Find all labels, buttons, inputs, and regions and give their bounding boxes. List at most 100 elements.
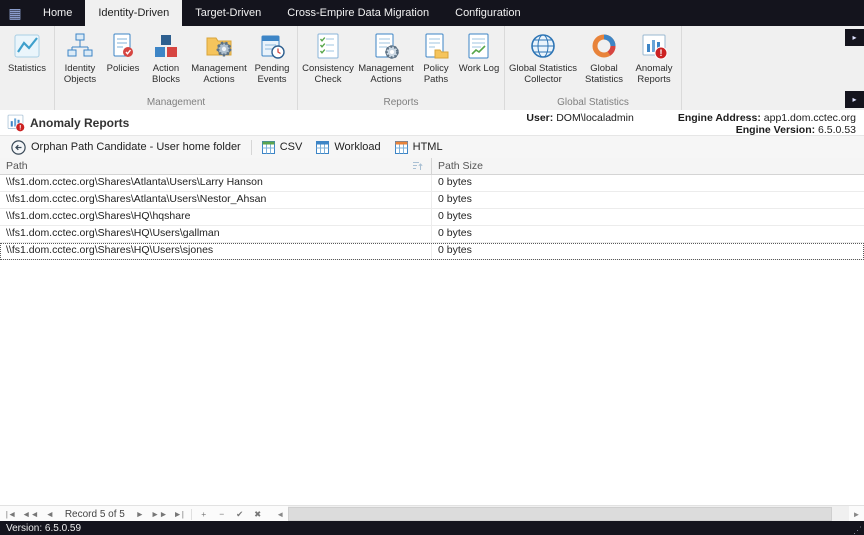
- chevron-right-icon: ▸: [852, 95, 856, 104]
- identity-objects-icon: [66, 31, 94, 61]
- ribbon-scroll-button-top[interactable]: ▸: [845, 29, 864, 46]
- table-row[interactable]: \\fs1.dom.cctec.org\Shares\Atlanta\Users…: [0, 175, 864, 192]
- user-label: User:: [526, 112, 553, 124]
- global-statistics-collector-icon: [528, 31, 558, 61]
- ribbon-button-action-blocks[interactable]: Action Blocks: [143, 28, 189, 95]
- scroll-left-arrow[interactable]: ◄: [273, 510, 288, 519]
- tab-identity-driven[interactable]: Identity-Driven: [85, 0, 182, 26]
- back-button-label: Orphan Path Candidate - User home folder: [31, 141, 241, 153]
- scrollbar-track[interactable]: [288, 506, 849, 522]
- nav-cancel-button[interactable]: ✖: [249, 509, 267, 520]
- ribbon-button-label: Action Blocks: [144, 64, 188, 85]
- csv-button-label: CSV: [280, 141, 303, 153]
- svg-text:!: !: [660, 48, 663, 58]
- horizontal-scrollbar: ◄ ►: [273, 506, 864, 522]
- table-row[interactable]: \\fs1.dom.cctec.org\Shares\HQ\hqshare 0 …: [0, 209, 864, 226]
- csv-file-icon: [262, 141, 275, 154]
- scroll-right-arrow[interactable]: ►: [849, 510, 864, 519]
- ribbon-button-global-statistics[interactable]: Global Statistics: [579, 28, 629, 95]
- ribbon-button-label: Identity Objects: [58, 64, 102, 85]
- cell-path-size: 0 bytes: [432, 175, 864, 191]
- ribbon-group-statistics: Statistics: [0, 26, 55, 110]
- ribbon-button-policies[interactable]: Policies: [103, 28, 143, 95]
- ribbon-button-label: Consistency Check: [301, 64, 355, 85]
- chevron-right-icon: ▸: [852, 33, 856, 42]
- tab-label: Home: [43, 7, 72, 19]
- tab-label: Configuration: [455, 7, 520, 19]
- ribbon-button-work-log[interactable]: Work Log: [456, 28, 502, 95]
- cell-path: \\fs1.dom.cctec.org\Shares\Atlanta\Users…: [0, 192, 432, 208]
- table-row-selected[interactable]: \\fs1.dom.cctec.org\Shares\HQ\Users\sjon…: [0, 243, 864, 260]
- ribbon-button-management-actions[interactable]: Management Actions: [189, 28, 249, 95]
- csv-export-button[interactable]: CSV: [255, 139, 310, 156]
- ribbon-group-reports: Consistency Check Management Actions Pol…: [298, 26, 505, 110]
- app-menu-button[interactable]: ▦: [0, 0, 30, 26]
- scrollbar-thumb[interactable]: [288, 507, 832, 521]
- ribbon-group-global-statistics: Global Statistics Collector Global Stati…: [505, 26, 682, 110]
- global-statistics-icon: [589, 31, 619, 61]
- nav-last-button[interactable]: ►|: [170, 509, 188, 519]
- page-title: Anomaly Reports: [30, 116, 129, 130]
- ribbon-button-anomaly-reports[interactable]: ! Anomaly Reports: [629, 28, 679, 95]
- column-header-label: Path Size: [438, 160, 483, 172]
- ribbon-group-caption: [0, 95, 54, 110]
- back-arrow-icon: [11, 140, 26, 155]
- action-blocks-icon: [152, 31, 180, 61]
- page-header: ! Anomaly Reports User: DOM\localadmin E…: [0, 110, 864, 135]
- cell-path-size: 0 bytes: [432, 209, 864, 225]
- ribbon-button-label: Global Statistics: [580, 64, 628, 85]
- tab-home[interactable]: Home: [30, 0, 85, 26]
- ribbon-button-label: Management Actions: [357, 64, 415, 85]
- html-file-icon: [395, 141, 408, 154]
- ribbon-button-pending-events[interactable]: Pending Events: [249, 28, 295, 95]
- user-value: DOM\localadmin: [556, 112, 634, 124]
- resize-grip-icon[interactable]: ⋰: [853, 525, 862, 535]
- back-button[interactable]: Orphan Path Candidate - User home folder: [4, 138, 248, 157]
- tab-label: Cross-Empire Data Migration: [287, 7, 429, 19]
- ribbon-button-global-statistics-collector[interactable]: Global Statistics Collector: [507, 28, 579, 95]
- tab-cross-empire-data-migration[interactable]: Cross-Empire Data Migration: [274, 0, 442, 26]
- ribbon-button-label: Anomaly Reports: [630, 64, 678, 85]
- column-header-path-size[interactable]: Path Size: [432, 158, 864, 174]
- html-export-button[interactable]: HTML: [388, 139, 450, 156]
- sort-ascending-icon: [412, 161, 423, 171]
- work-log-icon: [465, 31, 493, 61]
- navigator-separator: [191, 509, 192, 520]
- tab-target-driven[interactable]: Target-Driven: [182, 0, 274, 26]
- ribbon-group-management: Identity Objects Policies Action Blocks …: [55, 26, 298, 110]
- ribbon-button-management-actions-report[interactable]: Management Actions: [356, 28, 416, 95]
- nav-append-button[interactable]: +: [195, 509, 213, 519]
- policies-icon: [109, 31, 137, 61]
- cell-path: \\fs1.dom.cctec.org\Shares\HQ\Users\sjon…: [0, 243, 432, 259]
- consistency-check-icon: [314, 31, 342, 61]
- workload-file-icon: [316, 141, 329, 154]
- nav-delete-button[interactable]: −: [213, 509, 231, 519]
- ribbon-scroll-button-bottom[interactable]: ▸: [845, 91, 864, 108]
- cell-path: \\fs1.dom.cctec.org\Shares\Atlanta\Users…: [0, 175, 432, 191]
- ribbon-button-identity-objects[interactable]: Identity Objects: [57, 28, 103, 95]
- nav-commit-button[interactable]: ✔: [231, 509, 249, 520]
- toolbar-separator: [251, 140, 252, 155]
- ribbon-button-label: Pending Events: [250, 64, 294, 85]
- column-header-path[interactable]: Path: [0, 158, 432, 174]
- statistics-icon: [13, 31, 41, 61]
- html-button-label: HTML: [413, 141, 443, 153]
- report-toolbar: Orphan Path Candidate - User home folder…: [0, 135, 864, 159]
- management-actions-icon: [205, 31, 233, 61]
- nav-first-button[interactable]: |◄: [2, 509, 20, 519]
- nav-next-button[interactable]: ►: [131, 509, 149, 519]
- tab-configuration[interactable]: Configuration: [442, 0, 533, 26]
- ribbon-button-consistency-check[interactable]: Consistency Check: [300, 28, 356, 95]
- nav-prev-button[interactable]: ◄: [41, 509, 59, 519]
- table-row[interactable]: \\fs1.dom.cctec.org\Shares\HQ\Users\gall…: [0, 226, 864, 243]
- ribbon-button-policy-paths[interactable]: Policy Paths: [416, 28, 456, 95]
- cell-path-size: 0 bytes: [432, 243, 864, 259]
- nav-next-page-button[interactable]: ►►: [149, 509, 170, 519]
- workload-export-button[interactable]: Workload: [309, 139, 387, 156]
- anomaly-reports-title-icon: !: [6, 113, 25, 132]
- ribbon-button-statistics[interactable]: Statistics: [2, 28, 52, 95]
- table-row[interactable]: \\fs1.dom.cctec.org\Shares\Atlanta\Users…: [0, 192, 864, 209]
- ribbon-button-label: Statistics: [8, 64, 46, 75]
- policy-paths-icon: [422, 31, 450, 61]
- nav-prev-page-button[interactable]: ◄◄: [20, 509, 41, 519]
